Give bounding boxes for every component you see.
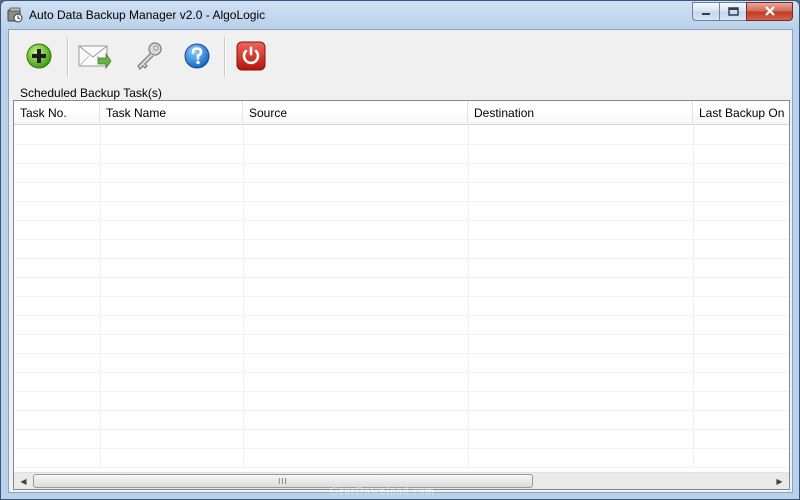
register-button[interactable] [129, 37, 169, 77]
row-gridline [14, 296, 789, 297]
client-area: Scheduled Backup Task(s) Task No. Task N… [8, 29, 793, 493]
minimize-icon [701, 5, 711, 19]
backup-app-icon[interactable] [7, 7, 23, 23]
maximize-icon [727, 5, 739, 19]
tasks-listview[interactable]: Task No. Task Name Source Destination La… [13, 100, 790, 490]
question-icon [183, 42, 211, 73]
email-button[interactable] [75, 37, 115, 77]
row-gridline [14, 334, 789, 335]
scheduled-tasks-group: Scheduled Backup Task(s) Task No. Task N… [11, 86, 790, 492]
add-task-button[interactable] [19, 37, 59, 77]
scrollbar-grip: III [278, 476, 288, 486]
plus-circle-icon [25, 42, 53, 73]
row-gridline [14, 201, 789, 202]
scrollbar-thumb[interactable]: III [33, 474, 533, 488]
row-gridline [14, 429, 789, 430]
row-gridline [14, 448, 789, 449]
toolbar [9, 30, 792, 84]
toolbar-separator [224, 37, 226, 77]
key-icon [134, 41, 164, 74]
row-gridline [14, 258, 789, 259]
group-label: Scheduled Backup Task(s) [18, 86, 164, 100]
scroll-left-button[interactable]: ◀ [15, 473, 32, 489]
title-bar[interactable]: Auto Data Backup Manager v2.0 - AlgoLogi… [1, 1, 799, 29]
column-header-task-name[interactable]: Task Name [100, 101, 243, 125]
listview-header: Task No. Task Name Source Destination La… [14, 101, 789, 125]
row-gridline [14, 372, 789, 373]
window-title: Auto Data Backup Manager v2.0 - AlgoLogi… [29, 8, 266, 22]
toolbar-separator [67, 37, 69, 77]
listview-body[interactable] [14, 125, 789, 468]
arrow-left-icon: ◀ [20, 476, 27, 486]
close-button[interactable] [746, 2, 793, 21]
row-gridline [14, 163, 789, 164]
row-gridline [14, 182, 789, 183]
row-gridline [14, 239, 789, 240]
exit-button[interactable] [231, 37, 271, 77]
power-icon [236, 41, 266, 74]
row-gridline [14, 277, 789, 278]
row-gridline [14, 315, 789, 316]
arrow-right-icon: ▶ [776, 476, 783, 486]
column-header-task-no[interactable]: Task No. [14, 101, 100, 125]
minimize-button[interactable] [692, 2, 719, 21]
row-gridline [14, 220, 789, 221]
row-gridline [14, 391, 789, 392]
scroll-right-button[interactable]: ▶ [771, 473, 788, 489]
caption-buttons [692, 2, 793, 21]
column-header-source[interactable]: Source [243, 101, 468, 125]
column-header-last-backup[interactable]: Last Backup On [693, 101, 789, 125]
row-gridline [14, 144, 789, 145]
maximize-button[interactable] [719, 2, 746, 21]
row-gridline [14, 410, 789, 411]
app-window: Auto Data Backup Manager v2.0 - AlgoLogi… [0, 0, 800, 500]
column-header-destination[interactable]: Destination [468, 101, 693, 125]
row-gridline [14, 353, 789, 354]
row-gridline [14, 467, 789, 468]
close-icon [764, 5, 776, 19]
help-button[interactable] [177, 37, 217, 77]
envelope-arrow-icon [78, 43, 112, 72]
watermark-text: GearDownload.com [330, 485, 435, 497]
